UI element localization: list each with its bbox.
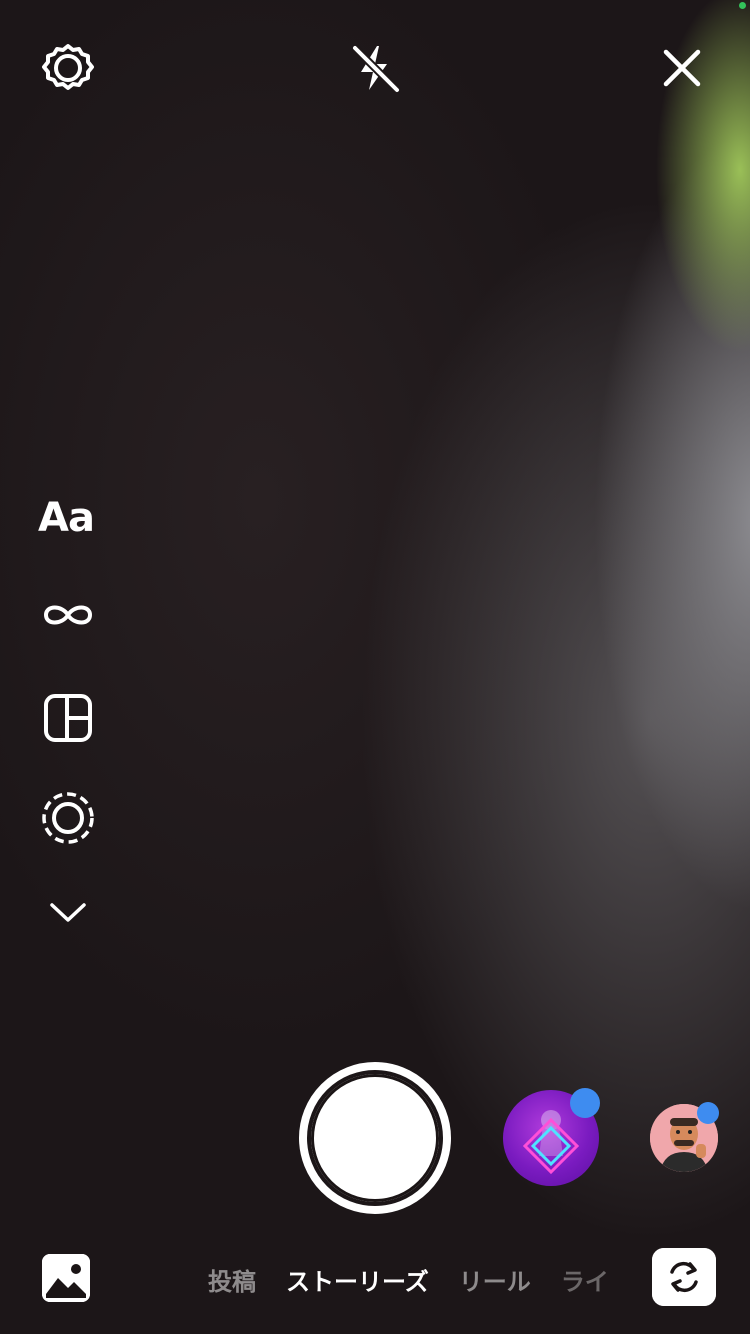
new-avatar-badge <box>697 1102 719 1124</box>
shutter-button[interactable] <box>299 1062 451 1214</box>
boomerang-tool-button[interactable] <box>38 592 98 638</box>
more-tools-button[interactable] <box>44 894 92 930</box>
chevron-down-icon <box>50 903 86 922</box>
mode-reels[interactable]: リール <box>459 1262 531 1297</box>
mode-selector-clip: 投稿 ストーリーズ リール ライ <box>0 1250 640 1310</box>
dashed-circle-icon <box>42 792 94 844</box>
mode-post[interactable]: 投稿 <box>208 1262 256 1297</box>
handsfree-tool-button[interactable] <box>38 788 98 848</box>
layout-grid-icon <box>44 694 92 742</box>
settings-icon <box>42 44 94 90</box>
camera-indicator-dot <box>739 2 746 9</box>
flash-off-icon <box>352 45 400 93</box>
mode-selector: 投稿 ストーリーズ リール ライ <box>208 1262 609 1296</box>
close-button[interactable] <box>654 40 710 96</box>
mode-stories[interactable]: ストーリーズ <box>286 1262 429 1297</box>
text-tool-button[interactable]: Aa <box>38 493 102 543</box>
camera-flip-button[interactable] <box>652 1248 716 1306</box>
mode-live[interactable]: ライ <box>561 1262 609 1297</box>
layout-tool-button[interactable] <box>40 690 96 746</box>
settings-button[interactable] <box>38 38 98 98</box>
infinity-icon <box>43 605 93 625</box>
close-icon <box>663 49 701 87</box>
shutter-inner <box>311 1074 439 1202</box>
flash-button[interactable] <box>345 38 405 98</box>
camera-flip-icon <box>652 1248 716 1306</box>
new-effect-badge <box>570 1088 600 1118</box>
